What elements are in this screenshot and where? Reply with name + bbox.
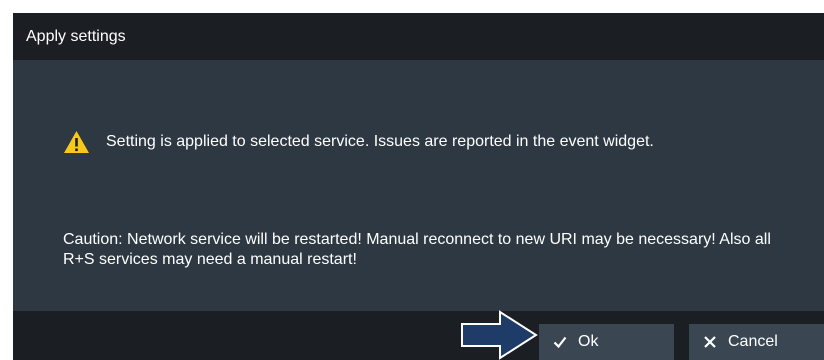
right-arrow-icon (461, 310, 538, 360)
dialog-title-bar: Apply settings (13, 13, 824, 60)
info-message: Setting is applied to selected service. … (106, 133, 654, 150)
cancel-button-label: Cancel (728, 333, 778, 350)
caution-message: Caution: Network service will be restart… (63, 231, 771, 268)
x-icon (704, 336, 716, 348)
ok-button-label: Ok (578, 333, 599, 350)
dialog-title: Apply settings (26, 28, 126, 45)
dialog-footer: Ok Cancel (13, 311, 824, 360)
cancel-button[interactable]: Cancel (689, 324, 824, 360)
apply-settings-dialog: Apply settings Setting is applied to sel… (13, 13, 824, 360)
warning-triangle-icon (64, 131, 89, 153)
checkmark-icon (553, 336, 567, 349)
ok-button[interactable]: Ok (539, 324, 674, 360)
info-row: Setting is applied to selected service. … (63, 129, 654, 155)
